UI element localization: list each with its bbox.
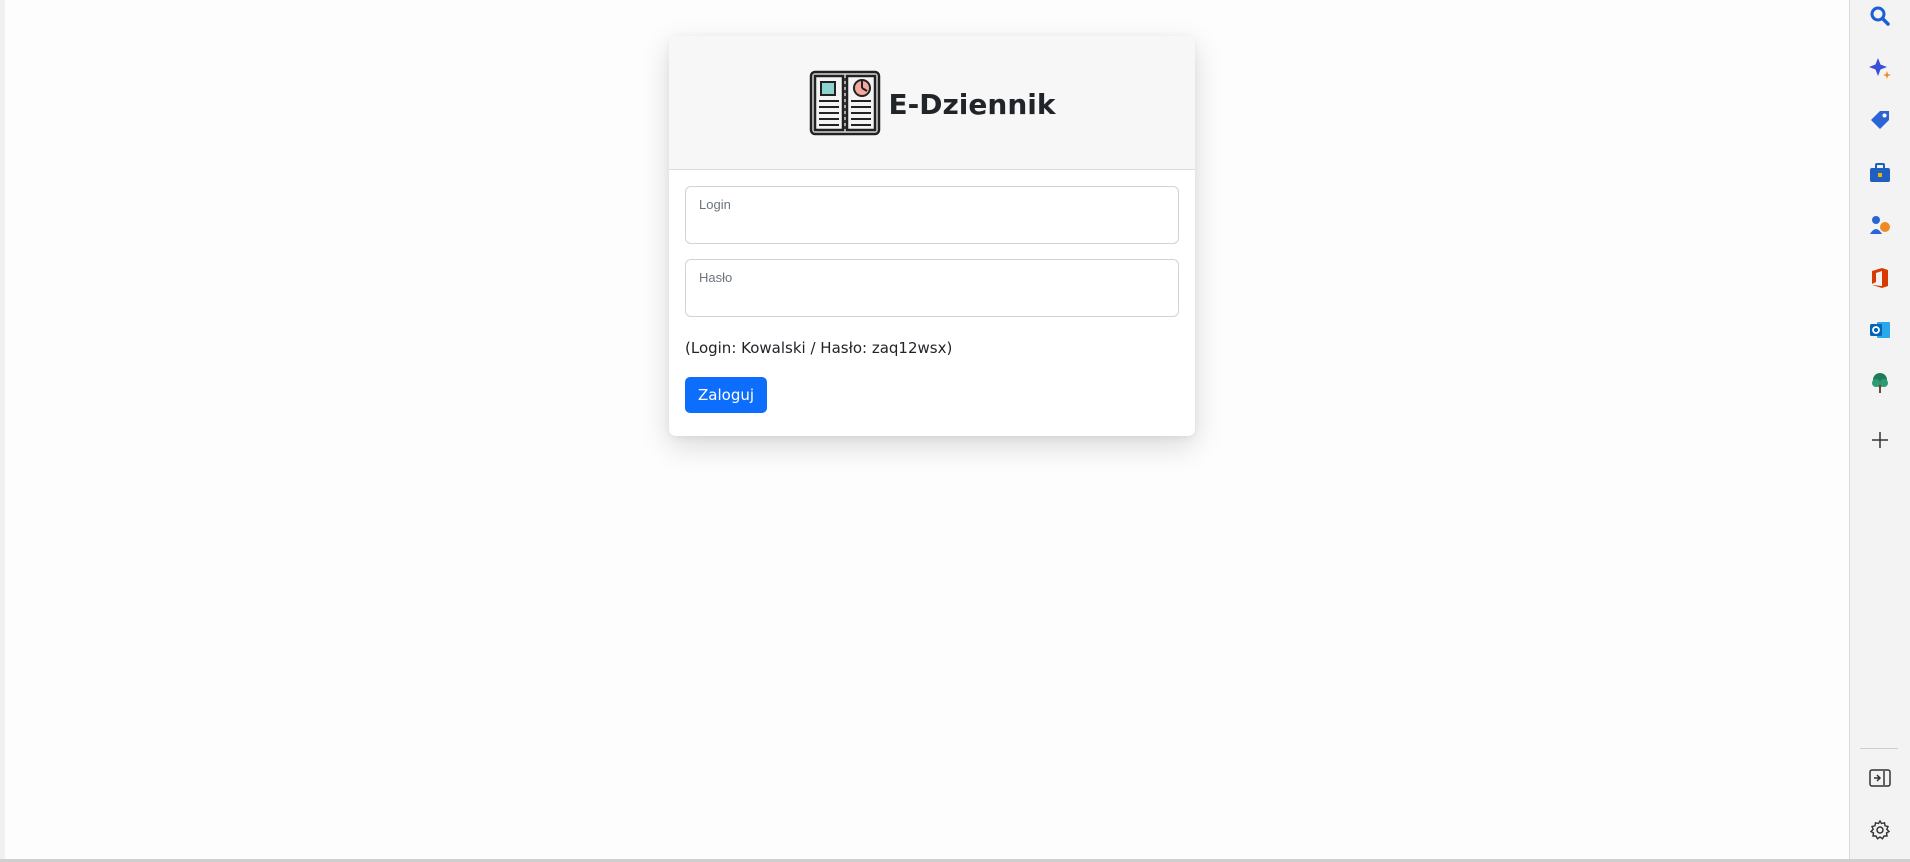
brand-title: E-Dziennik [888,88,1056,121]
sidebar-divider [1860,748,1898,749]
add-icon[interactable] [1868,428,1892,452]
password-label: Hasło [699,270,733,285]
office-icon[interactable] [1868,266,1892,290]
login-button[interactable]: Zaloguj [685,377,768,413]
password-field[interactable]: Hasło [685,259,1179,317]
copilot-sparkle-icon[interactable] [1868,56,1892,80]
tools-briefcase-icon[interactable] [1868,161,1892,185]
search-icon[interactable] [1868,4,1892,28]
page-content: E-Dziennik Login Hasło (Login: Kowalski … [5,0,1850,859]
games-icon[interactable] [1868,213,1892,237]
password-input[interactable] [698,288,1170,312]
login-field[interactable]: Login [685,186,1179,244]
credentials-hint: (Login: Kowalski / Hasło: zaq12wsx) [685,339,953,357]
settings-gear-icon[interactable] [1868,818,1892,842]
login-form: Login Hasło (Login: Kowalski / Hasło: za… [669,170,1195,413]
hide-sidebar-icon[interactable] [1868,766,1892,790]
login-card: E-Dziennik Login Hasło (Login: Kowalski … [669,36,1195,436]
login-input[interactable] [698,215,1170,239]
shopping-tag-icon[interactable] [1868,108,1892,132]
outlook-icon[interactable] [1868,318,1892,342]
open-book-logo-icon [809,70,880,135]
browser-window: E-Dziennik Login Hasło (Login: Kowalski … [0,0,1910,862]
browser-sidebar [1850,0,1910,862]
card-header: E-Dziennik [669,36,1195,170]
tree-icon[interactable] [1868,371,1892,395]
login-label: Login [699,197,731,212]
